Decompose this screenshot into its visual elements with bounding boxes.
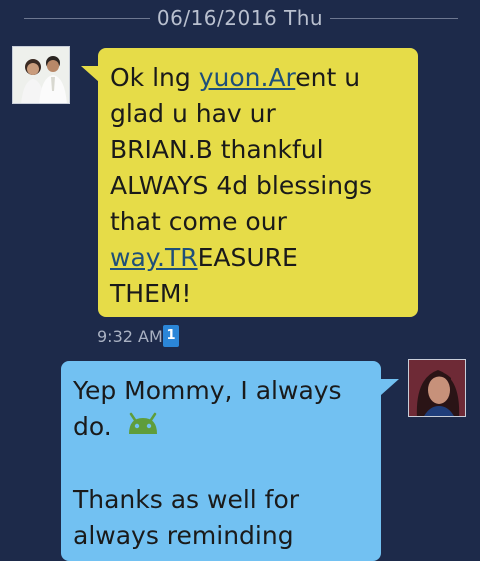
message-text: ent u bbox=[295, 63, 361, 92]
divider-right bbox=[330, 18, 458, 19]
message-line: do. bbox=[73, 409, 371, 446]
contact-photo bbox=[13, 47, 69, 103]
incoming-message-bubble[interactable]: Ok lng yuon.Arent u glad u hav ur BRIAN.… bbox=[98, 48, 418, 317]
incoming-bubble-tail bbox=[81, 66, 99, 82]
sim-badge: 1 bbox=[163, 325, 179, 347]
message-line: THEM! bbox=[110, 279, 192, 308]
message-time: 9:32 AM bbox=[97, 327, 163, 346]
message-line: Thanks as well for bbox=[73, 485, 300, 514]
message-text: do. bbox=[73, 412, 112, 441]
message-text: Ok lng bbox=[110, 63, 199, 92]
message-text: EASURE bbox=[197, 243, 298, 272]
outgoing-bubble-tail bbox=[381, 379, 399, 395]
message-line: glad u hav ur bbox=[110, 99, 276, 128]
date-separator: 06/16/2016 Thu bbox=[0, 6, 480, 36]
message-link[interactable]: yuon.Ar bbox=[199, 63, 296, 92]
android-icon bbox=[126, 410, 160, 446]
outgoing-message-bubble[interactable]: Yep Mommy, I always do. Thanks as well f… bbox=[61, 361, 381, 561]
message-line: Ok lng yuon.Arent u bbox=[110, 60, 408, 96]
contact-avatar[interactable] bbox=[12, 46, 70, 104]
message-line: Yep Mommy, I always bbox=[73, 376, 342, 405]
message-line: always reminding bbox=[73, 521, 294, 550]
date-label: 06/16/2016 Thu bbox=[156, 6, 324, 30]
message-line: ALWAYS 4d blessings bbox=[110, 171, 372, 200]
message-line: BRIAN.B thankful bbox=[110, 135, 324, 164]
my-avatar[interactable] bbox=[408, 359, 466, 417]
message-line: that come our bbox=[110, 207, 287, 236]
message-link[interactable]: way.TR bbox=[110, 243, 198, 272]
divider-left bbox=[24, 18, 150, 19]
message-line: way.TREASURE bbox=[110, 240, 408, 276]
my-photo bbox=[409, 360, 465, 416]
